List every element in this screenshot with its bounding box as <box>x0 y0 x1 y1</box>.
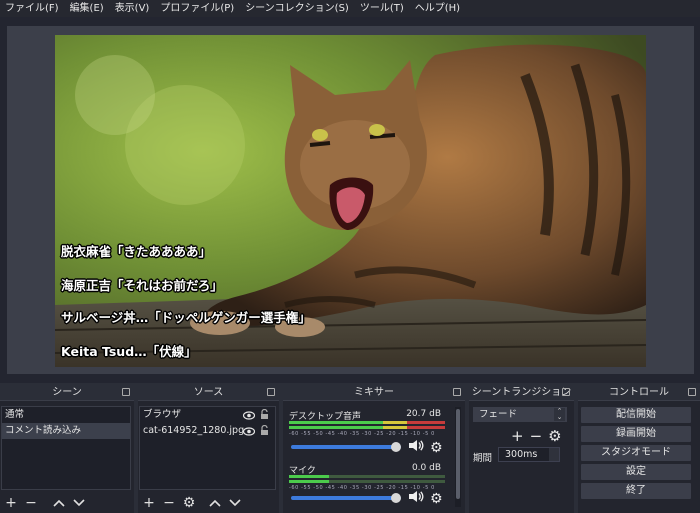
eye-icon[interactable] <box>242 426 256 442</box>
sources-dock-title: ソース <box>138 385 279 401</box>
source-item-label: cat-614952_1280.jpg <box>143 425 245 436</box>
chevron-down-icon[interactable] <box>228 496 242 510</box>
start-streaming-button[interactable]: 配信開始 <box>581 407 691 423</box>
mixer-title-text: ミキサー <box>354 387 394 398</box>
volume-meter <box>289 426 445 429</box>
menu-bar: ファイル(F) 編集(E) 表示(V) プロファイル(P) シーンコレクション(… <box>0 0 700 17</box>
mixer-dock: ミキサー デスクトップ音声 20.7 dB -60 -55 -50 -45 -4… <box>283 385 465 513</box>
fader-knob[interactable] <box>391 442 401 452</box>
duration-label: 期間 <box>473 453 493 464</box>
chevron-up-icon[interactable] <box>52 496 66 510</box>
comment-line-3: サルベージ丼…「ドッペルゲンガー選手権」 <box>61 310 311 325</box>
menu-profile[interactable]: プロファイル(P) <box>155 0 240 17</box>
transitions-title-text: シーントランジション <box>471 387 572 398</box>
controls-title-text: コントロール <box>609 387 669 398</box>
scenes-toolbar: + − <box>0 493 134 513</box>
scrollbar-thumb[interactable] <box>456 409 460 499</box>
plus-icon[interactable]: + <box>142 495 156 511</box>
volume-fader[interactable] <box>291 493 401 503</box>
obs-window: ファイル(F) 編集(E) 表示(V) プロファイル(P) シーンコレクション(… <box>0 0 700 513</box>
sources-toolbar: + − ⚙ <box>138 493 279 513</box>
menu-tools[interactable]: ツール(T) <box>355 0 410 17</box>
transition-select[interactable]: フェード ⌃ ⌄ <box>473 407 567 422</box>
scene-item-selected[interactable]: コメント読み込み <box>2 423 130 439</box>
undock-icon[interactable] <box>122 388 130 396</box>
minus-icon[interactable]: − <box>162 495 176 511</box>
transitions-dock-title: シーントランジション <box>469 385 574 401</box>
mixer-scrollbar[interactable] <box>455 407 461 507</box>
meter-scale: -60 -55 -50 -45 -40 -35 -30 -25 -20 -15 … <box>289 431 435 437</box>
volume-meter <box>289 421 445 424</box>
source-item[interactable]: ブラウザ <box>140 407 275 423</box>
gear-icon[interactable]: ⚙ <box>430 491 443 507</box>
preview-canvas[interactable]: 脱衣麻雀「きたああああ」 海原正吉「それはお前だろ」 サルベージ丼…「ドッペルゲ… <box>55 35 646 367</box>
undock-icon[interactable] <box>453 388 461 396</box>
chevron-updown-icon: ⌃ ⌄ <box>554 408 565 421</box>
start-recording-button[interactable]: 録画開始 <box>581 426 691 442</box>
scenes-title-text: シーン <box>52 387 82 398</box>
chevron-up-icon[interactable] <box>208 496 222 510</box>
sources-title-text: ソース <box>193 387 224 398</box>
controls-dock: コントロール 配信開始 録画開始 スタジオモード 設定 終了 <box>578 385 700 513</box>
gear-icon[interactable]: ⚙ <box>548 427 561 445</box>
minus-icon[interactable]: − <box>24 495 38 511</box>
scenes-list: 通常 コメント読み込み <box>1 406 131 490</box>
menu-view[interactable]: 表示(V) <box>110 0 156 17</box>
spinner-icon[interactable] <box>549 448 559 461</box>
undock-icon[interactable] <box>267 388 275 396</box>
menu-edit[interactable]: 編集(E) <box>65 0 110 17</box>
comment-line-4: Keita Tsud…「伏線」 <box>61 344 197 359</box>
speaker-icon[interactable] <box>408 439 424 456</box>
menu-help[interactable]: ヘルプ(H) <box>410 0 466 17</box>
mixer-channel-mic: マイク 0.0 dB -60 -55 -50 -45 -40 -35 -30 -… <box>287 463 445 511</box>
mixer-channel-desktop: デスクトップ音声 20.7 dB -60 -55 -50 -45 -40 -35… <box>287 409 445 457</box>
plus-icon[interactable]: + <box>511 427 524 445</box>
menu-file[interactable]: ファイル(F) <box>0 0 65 17</box>
gear-icon[interactable]: ⚙ <box>182 495 196 511</box>
studio-mode-button[interactable]: スタジオモード <box>581 445 691 461</box>
transitions-dock: シーントランジション フェード ⌃ ⌄ + − ⚙ 期間 300ms <box>469 385 574 513</box>
menu-scene-collection[interactable]: シーンコレクション(S) <box>240 0 355 17</box>
gear-icon[interactable]: ⚙ <box>430 440 443 456</box>
undock-icon[interactable] <box>562 388 570 396</box>
channel-db: 20.7 dB <box>406 409 441 419</box>
sources-list: ブラウザ cat-614952_1280.jpg <box>139 406 276 490</box>
volume-meter <box>289 480 445 483</box>
undock-icon[interactable] <box>688 388 696 396</box>
plus-icon[interactable]: + <box>4 495 18 511</box>
channel-controls: ⚙ <box>408 490 443 507</box>
minus-icon[interactable]: − <box>530 427 543 445</box>
scene-item[interactable]: 通常 <box>2 407 130 423</box>
comment-line-2: 海原正吉「それはお前だろ」 <box>61 278 223 293</box>
speaker-icon[interactable] <box>408 490 424 507</box>
chevron-down-icon[interactable] <box>72 496 86 510</box>
channel-controls: ⚙ <box>408 439 443 456</box>
comment-line-1: 脱衣麻雀「きたああああ」 <box>61 244 212 259</box>
scenes-dock-title: シーン <box>0 385 134 401</box>
transition-buttons: + − ⚙ <box>511 427 562 445</box>
duration-input[interactable]: 300ms <box>498 447 560 462</box>
transition-selected: フェード <box>479 409 518 420</box>
mixer-dock-title: ミキサー <box>283 385 465 401</box>
sources-dock: ソース ブラウザ cat-614952_1280.jpg + − ⚙ <box>138 385 279 513</box>
volume-fader[interactable] <box>291 442 401 452</box>
fader-knob[interactable] <box>391 493 401 503</box>
channel-db: 0.0 dB <box>411 463 441 473</box>
volume-meter <box>289 475 445 478</box>
lock-icon[interactable] <box>260 424 269 442</box>
settings-button[interactable]: 設定 <box>581 464 691 480</box>
source-item-label: ブラウザ <box>143 409 182 420</box>
scenes-dock: シーン 通常 コメント読み込み + − <box>0 385 134 513</box>
exit-button[interactable]: 終了 <box>581 483 691 499</box>
source-item[interactable]: cat-614952_1280.jpg <box>140 423 275 439</box>
duration-value: 300ms <box>505 449 538 460</box>
controls-dock-title: コントロール <box>578 385 700 401</box>
